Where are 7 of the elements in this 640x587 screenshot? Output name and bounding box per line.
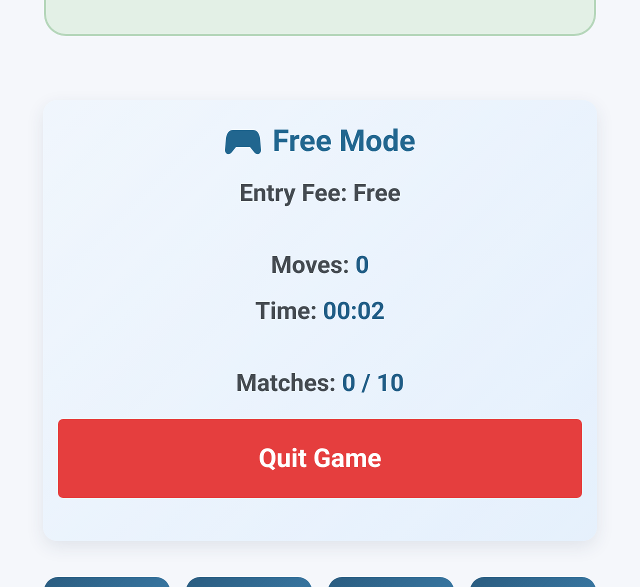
- gamepad-icon: [224, 128, 261, 154]
- stat-text: Time: 00:02: [255, 297, 385, 325]
- entry-fee-text: Entry Fee: Free: [239, 179, 401, 207]
- stat-text: Matches: 0 / 10: [236, 369, 404, 397]
- quit-game-button[interactable]: Quit Game: [58, 419, 582, 498]
- mode-title: Free Mode: [272, 124, 416, 159]
- stat-text: Moves: 0: [270, 251, 370, 279]
